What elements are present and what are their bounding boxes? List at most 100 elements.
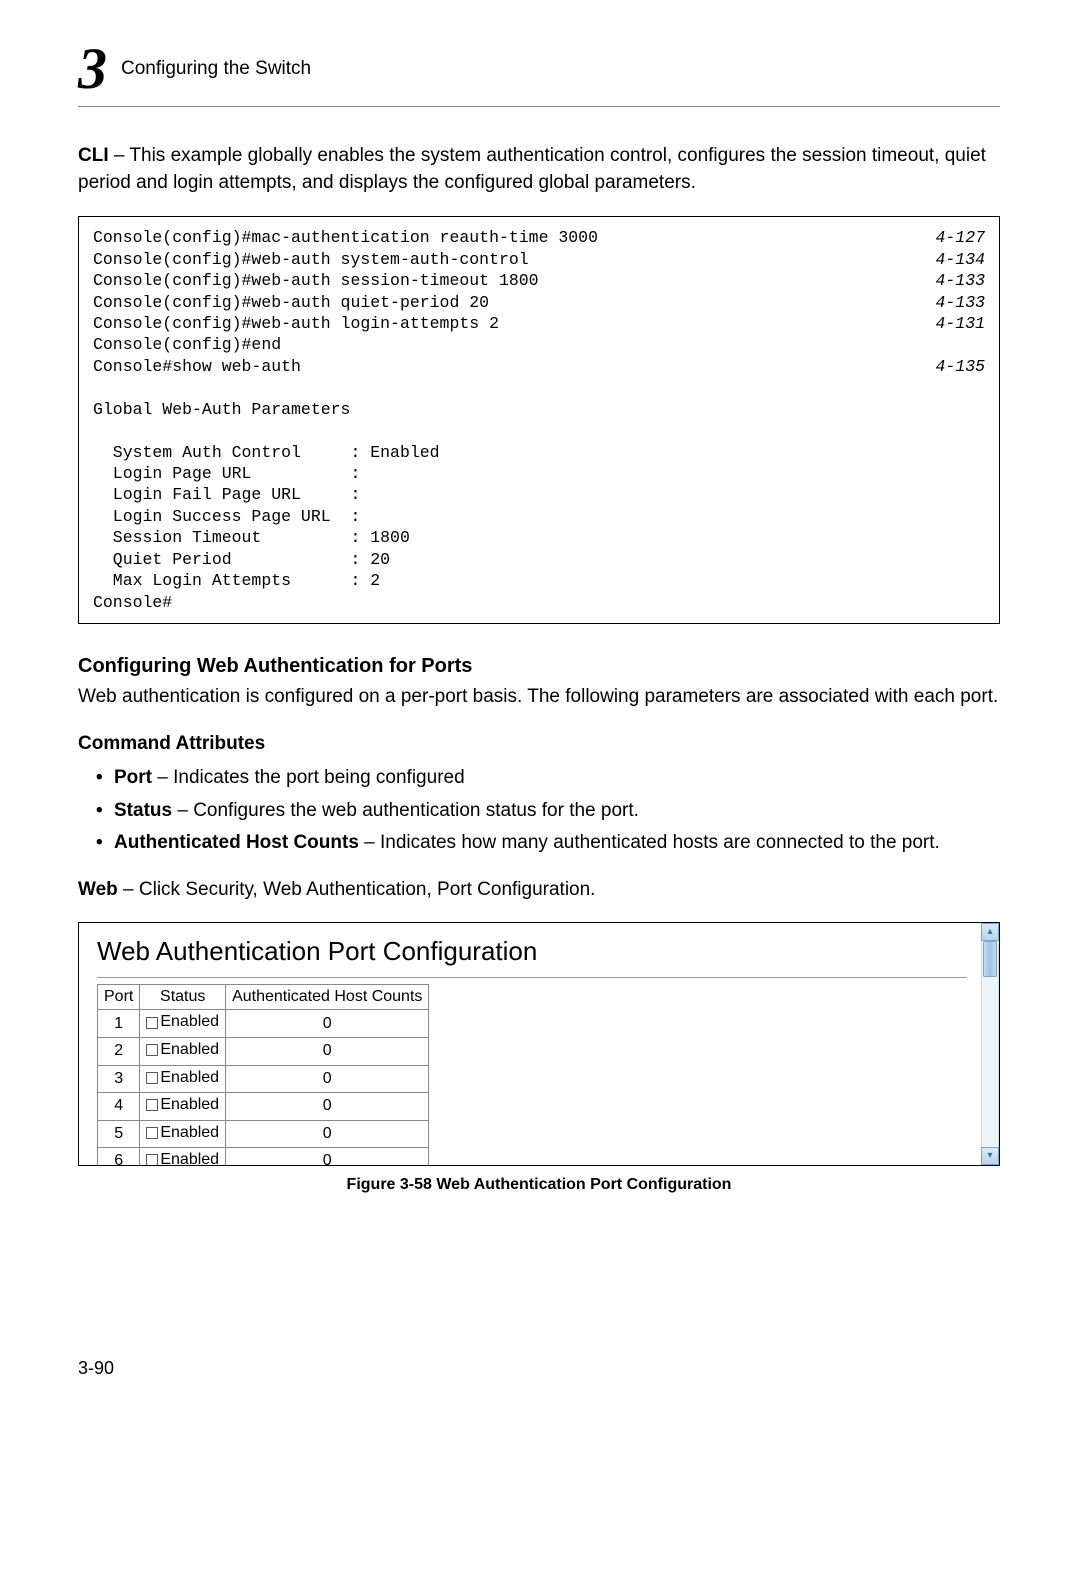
command-attributes-list: Port – Indicates the port being configur… xyxy=(78,765,1000,857)
scroll-track[interactable] xyxy=(981,941,999,1147)
attr-name: Authenticated Host Counts xyxy=(114,832,359,853)
table-header-row: Port Status Authenticated Host Counts xyxy=(98,985,429,1010)
web-text: – Click Security, Web Authentication, Po… xyxy=(118,879,596,900)
table-row: 3Enabled0 xyxy=(98,1065,429,1093)
status-label: Enabled xyxy=(160,1011,219,1033)
cli-output-box: Console(config)#mac-authentication reaut… xyxy=(78,216,1000,624)
cli-command xyxy=(93,420,103,441)
cli-line: Login Success Page URL : xyxy=(93,506,985,527)
panel-title: Web Authentication Port Configuration xyxy=(97,933,973,969)
status-label: Enabled xyxy=(160,1122,219,1144)
intro-text: – This example globally enables the syst… xyxy=(78,145,986,193)
status-checkbox[interactable] xyxy=(146,1072,158,1084)
cli-page-ref: 4-133 xyxy=(935,292,985,313)
cell-status: Enabled xyxy=(140,1093,226,1121)
cli-command: Console# xyxy=(93,592,172,613)
list-item: Authenticated Host Counts – Indicates ho… xyxy=(96,830,1000,857)
panel-divider xyxy=(97,977,967,978)
cli-page-ref: 4-127 xyxy=(935,227,985,248)
cli-command: Login Fail Page URL : xyxy=(93,484,360,505)
cli-label: CLI xyxy=(78,145,109,166)
scroll-thumb[interactable] xyxy=(983,941,997,977)
list-item: Status – Configures the web authenticati… xyxy=(96,798,1000,825)
figure-caption: Figure 3-58 Web Authentication Port Conf… xyxy=(78,1174,1000,1196)
cell-port: 2 xyxy=(98,1037,140,1065)
section-heading: Configuring Web Authentication for Ports xyxy=(78,652,1000,680)
intro-paragraph: CLI – This example globally enables the … xyxy=(78,143,1000,196)
port-config-table: Port Status Authenticated Host Counts 1E… xyxy=(97,984,429,1166)
cli-command: Max Login Attempts : 2 xyxy=(93,570,380,591)
cell-host-count: 0 xyxy=(226,1065,429,1093)
cli-line: Quiet Period : 20 xyxy=(93,549,985,570)
cell-port: 4 xyxy=(98,1093,140,1121)
cli-line: Console#show web-auth 4-135 xyxy=(93,356,985,377)
cli-line: Console(config)#mac-authentication reaut… xyxy=(93,227,985,248)
cli-command: Console(config)#web-auth session-timeout… xyxy=(93,270,539,291)
cli-command: Login Success Page URL : xyxy=(93,506,360,527)
status-label: Enabled xyxy=(160,1067,219,1089)
cli-line xyxy=(93,420,985,441)
status-checkbox[interactable] xyxy=(146,1099,158,1111)
cell-host-count: 0 xyxy=(226,1037,429,1065)
cell-host-count: 0 xyxy=(226,1148,429,1166)
cli-line: Max Login Attempts : 2 xyxy=(93,570,985,591)
cli-command: System Auth Control : Enabled xyxy=(93,442,440,463)
attr-desc: – Indicates the port being configured xyxy=(152,767,465,788)
cli-line: Session Timeout : 1800 xyxy=(93,527,985,548)
cell-status: Enabled xyxy=(140,1120,226,1148)
status-checkbox[interactable] xyxy=(146,1127,158,1139)
scroll-up-button[interactable]: ▴ xyxy=(981,923,999,941)
cell-port: 1 xyxy=(98,1010,140,1038)
page-header: 3 Configuring the Switch xyxy=(78,40,1000,107)
list-item: Port – Indicates the port being configur… xyxy=(96,765,1000,792)
cli-page-ref: 4-134 xyxy=(935,249,985,270)
cli-line: Login Fail Page URL : xyxy=(93,484,985,505)
cell-status: Enabled xyxy=(140,1037,226,1065)
status-checkbox[interactable] xyxy=(146,1017,158,1029)
cli-command: Session Timeout : 1800 xyxy=(93,527,410,548)
cli-command: Console(config)#end xyxy=(93,334,281,355)
cell-status: Enabled xyxy=(140,1010,226,1038)
col-status: Status xyxy=(140,985,226,1010)
cell-port: 5 xyxy=(98,1120,140,1148)
cli-page-ref: 4-131 xyxy=(935,313,985,334)
cli-line: Console(config)#web-auth session-timeout… xyxy=(93,270,985,291)
cell-host-count: 0 xyxy=(226,1120,429,1148)
attr-desc: – Indicates how many authenticated hosts… xyxy=(359,832,940,853)
cli-command: Quiet Period : 20 xyxy=(93,549,390,570)
status-checkbox[interactable] xyxy=(146,1044,158,1056)
cli-command: Console(config)#web-auth login-attempts … xyxy=(93,313,499,334)
cli-line: System Auth Control : Enabled xyxy=(93,442,985,463)
status-label: Enabled xyxy=(160,1039,219,1061)
cell-status: Enabled xyxy=(140,1148,226,1166)
cli-line xyxy=(93,377,985,398)
cli-line: Login Page URL : xyxy=(93,463,985,484)
page-number: 3-90 xyxy=(78,1356,1000,1381)
table-row: 6Enabled0 xyxy=(98,1148,429,1166)
section-desc: Web authentication is configured on a pe… xyxy=(78,684,1000,711)
scroll-down-button[interactable]: ▾ xyxy=(981,1147,999,1165)
cell-host-count: 0 xyxy=(226,1093,429,1121)
status-label: Enabled xyxy=(160,1149,219,1165)
cli-page-ref: 4-135 xyxy=(935,356,985,377)
cli-line: Console(config)#web-auth quiet-period 20… xyxy=(93,292,985,313)
figure-screenshot: ▴ ▾ Web Authentication Port Configuratio… xyxy=(78,922,1000,1166)
cli-command: Login Page URL : xyxy=(93,463,360,484)
cli-command: Console#show web-auth xyxy=(93,356,301,377)
chapter-title: Configuring the Switch xyxy=(121,56,311,83)
cli-command: Console(config)#web-auth system-auth-con… xyxy=(93,249,529,270)
cli-line: Console(config)#end xyxy=(93,334,985,355)
attr-desc: – Configures the web authentication stat… xyxy=(172,800,639,821)
cli-command xyxy=(93,377,103,398)
web-label: Web xyxy=(78,879,118,900)
table-row: 2 Enabled 0 xyxy=(98,1037,429,1065)
cli-line: Console# xyxy=(93,592,985,613)
status-label: Enabled xyxy=(160,1094,219,1116)
status-checkbox[interactable] xyxy=(146,1154,158,1165)
cell-status: Enabled xyxy=(140,1065,226,1093)
attr-name: Port xyxy=(114,767,152,788)
col-port: Port xyxy=(98,985,140,1010)
cli-line: Console(config)#web-auth system-auth-con… xyxy=(93,249,985,270)
cli-page-ref: 4-133 xyxy=(935,270,985,291)
cli-line: Console(config)#web-auth login-attempts … xyxy=(93,313,985,334)
